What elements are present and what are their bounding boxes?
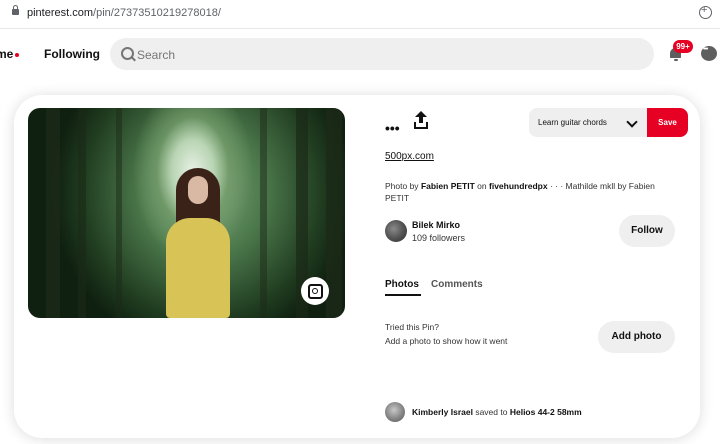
pin-card: ••• Learn guitar chords Save 500px.com P… (14, 95, 700, 438)
saved-to-text: saved to (475, 407, 508, 417)
nav-home-label: me (0, 47, 14, 61)
board-dropdown[interactable]: Learn guitar chords (529, 108, 647, 137)
active-dot (15, 52, 20, 57)
visual-search-icon[interactable] (301, 277, 329, 305)
notification-badge: 99+ (673, 40, 693, 53)
nav-following[interactable]: Following (44, 47, 100, 61)
creator-avatar[interactable] (385, 220, 407, 242)
tree-trunk (260, 108, 267, 318)
credit-prefix: Photo by (385, 181, 419, 191)
active-tab-indicator (385, 294, 421, 296)
lock-icon (12, 5, 19, 15)
url-host: pinterest.com (27, 7, 94, 19)
add-photo-button[interactable]: Add photo (598, 321, 675, 353)
creator-followers: 109 followers (412, 233, 466, 243)
follow-button[interactable]: Follow (619, 215, 675, 247)
source-link[interactable]: 500px.com (385, 151, 434, 162)
credit-author[interactable]: Fabien PETIT (421, 181, 475, 191)
tried-subtitle: Add a photo to show how it went (385, 336, 508, 346)
tree-trunk (116, 108, 122, 318)
nav-home[interactable]: me (0, 47, 20, 61)
url-text[interactable]: pinterest.com/pin/273735102192780​18/ (27, 7, 221, 19)
bell-clapper (674, 59, 678, 61)
saver-avatar[interactable] (385, 402, 405, 422)
photo-credit: Photo by Fabien PETIT on fivehundredpx ·… (385, 180, 665, 204)
saved-board-name[interactable]: Helios 44-2 58mm (510, 407, 582, 417)
more-icon[interactable]: ••• (385, 120, 400, 136)
subject-face (188, 176, 208, 204)
saver-name[interactable]: Kimberly Israel (412, 407, 473, 417)
subject-body (166, 218, 230, 318)
chevron-down-icon (626, 116, 638, 128)
browser-url-bar[interactable]: pinterest.com/pin/273735102192780​18/ (0, 0, 720, 29)
tab-photos[interactable]: Photos (385, 279, 419, 290)
search-bar[interactable]: Search (110, 38, 654, 70)
tab-comments[interactable]: Comments (431, 279, 483, 290)
top-navigation: me Following Search 99+ (0, 28, 720, 82)
tried-title: Tried this Pin? (385, 322, 440, 332)
credit-on: on (477, 181, 487, 191)
save-button[interactable]: Save (647, 108, 688, 137)
pin-image[interactable] (28, 108, 345, 318)
search-input[interactable]: Search (137, 48, 175, 62)
board-name: Learn guitar chords (538, 118, 607, 127)
chat-icon[interactable] (701, 46, 717, 61)
share-tray (414, 122, 428, 129)
tree-trunk (78, 108, 86, 318)
search-icon (121, 47, 134, 60)
visual-search-glyph (308, 284, 323, 299)
url-path: /pin/273735102192780​18/ (93, 7, 221, 19)
extension-icon[interactable] (699, 4, 712, 19)
saved-by-line: Kimberly Israel saved to Helios 44-2 58m… (412, 407, 582, 417)
share-icon[interactable] (414, 111, 428, 129)
credit-site[interactable]: fivehundredpx (489, 181, 548, 191)
tree-trunk (46, 108, 60, 318)
creator-name[interactable]: Bilek Mirko (412, 220, 460, 230)
